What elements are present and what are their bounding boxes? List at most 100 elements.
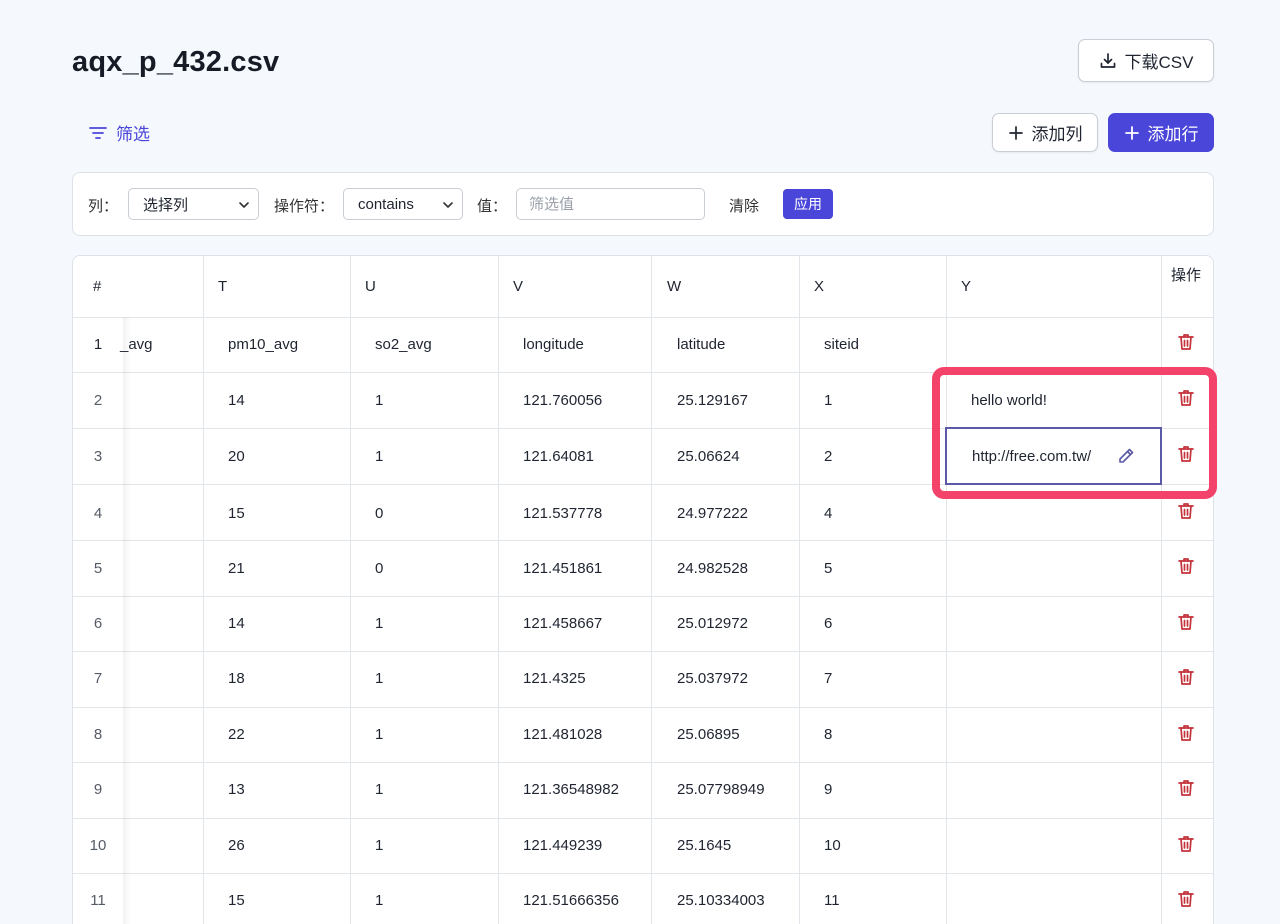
operator-label: 操作符： [274, 198, 335, 215]
trash-icon[interactable] [1176, 889, 1196, 909]
table-cell[interactable]: 20 [228, 448, 245, 465]
trash-icon[interactable] [1176, 667, 1196, 687]
table-cell[interactable]: 121.4325 [523, 670, 586, 687]
table-cell[interactable]: 21 [228, 560, 245, 577]
trash-icon[interactable] [1176, 556, 1196, 576]
table-cell[interactable]: 18 [228, 670, 245, 687]
table-cell[interactable]: 121.64081 [523, 448, 594, 465]
trash-icon[interactable] [1176, 778, 1196, 798]
table-cell[interactable]: 15 [228, 892, 245, 909]
table-cell[interactable]: 4 [824, 505, 832, 522]
plus-icon [1124, 125, 1139, 140]
page-title: aqx_p_432.csv [72, 46, 280, 78]
table-cell[interactable]: 13 [228, 781, 245, 798]
row-number: 11 [90, 892, 106, 909]
table-cell[interactable]: 10 [824, 837, 841, 854]
row-number: 10 [89, 837, 107, 854]
add-row-button[interactable]: 添加行 [1108, 113, 1214, 152]
table-cell[interactable]: 11 [824, 892, 840, 909]
table-cell[interactable]: 25.012972 [677, 615, 748, 632]
data-table: # T U V W X Y 操作 1 _avg pm10_avg so2_avg… [72, 255, 1214, 924]
table-cell[interactable]: longitude [523, 336, 584, 353]
operator-select[interactable]: contains [343, 188, 463, 220]
filter-lines-icon [89, 126, 107, 139]
table-cell[interactable]: 1 [375, 392, 383, 409]
row-number: 5 [93, 560, 103, 577]
clear-filter-button[interactable]: 清除 [729, 195, 759, 216]
column-header-y[interactable]: Y [961, 278, 971, 295]
table-cell[interactable]: 25.06895 [677, 726, 740, 743]
download-csv-button[interactable]: 下载CSV [1078, 39, 1214, 82]
actions-header: 操作 [1171, 267, 1202, 284]
table-cell[interactable]: 121.449239 [523, 837, 602, 854]
table-cell[interactable]: 25.10334003 [677, 892, 765, 909]
table-cell[interactable]: so2_avg [375, 336, 432, 353]
column-select[interactable]: 选择列 [128, 188, 259, 220]
table-cell[interactable]: 14 [228, 615, 245, 632]
table-cell[interactable]: 1 [375, 726, 383, 743]
table-cell[interactable]: 121.51666356 [523, 892, 619, 909]
download-csv-label: 下载CSV [1124, 53, 1194, 72]
table-cell[interactable]: 25.129167 [677, 392, 748, 409]
trash-icon[interactable] [1176, 723, 1196, 743]
filter-value-input[interactable] [516, 188, 705, 220]
row-number: 9 [93, 781, 103, 798]
table-cell[interactable]: 8 [824, 726, 832, 743]
trash-icon[interactable] [1176, 834, 1196, 854]
trash-icon[interactable] [1176, 501, 1196, 521]
table-cell[interactable]: _avg [120, 336, 153, 353]
table-cell[interactable]: 1 [824, 392, 832, 409]
table-cell[interactable]: pm10_avg [228, 336, 298, 353]
row-number: 4 [93, 505, 103, 522]
table-cell[interactable]: 25.037972 [677, 670, 748, 687]
table-cell[interactable]: 1 [375, 448, 383, 465]
table-cell[interactable]: 25.06624 [677, 448, 740, 465]
table-cell[interactable]: 6 [824, 615, 832, 632]
table-cell[interactable]: 1 [375, 781, 383, 798]
table-cell[interactable]: 121.760056 [523, 392, 602, 409]
table-cell[interactable]: 2 [824, 448, 832, 465]
table-cell[interactable]: 25.07798949 [677, 781, 765, 798]
row-number: 3 [93, 448, 103, 465]
table-cell[interactable]: 26 [228, 837, 245, 854]
table-cell[interactable]: 121.458667 [523, 615, 602, 632]
download-icon [1100, 52, 1115, 68]
apply-filter-button[interactable]: 应用 [783, 189, 833, 219]
table-cell[interactable]: 1 [375, 837, 383, 854]
table-cell[interactable]: siteid [824, 336, 859, 353]
column-header-x[interactable]: X [814, 278, 824, 295]
operator-select-value: contains [358, 195, 414, 213]
table-cell[interactable]: 121.36548982 [523, 781, 619, 798]
table-cell[interactable]: 1 [375, 670, 383, 687]
table-cell[interactable]: 22 [228, 726, 245, 743]
trash-icon[interactable] [1176, 612, 1196, 632]
table-cell[interactable]: 1 [375, 892, 383, 909]
row-number: 8 [93, 726, 103, 743]
table-cell[interactable]: 24.977222 [677, 505, 748, 522]
table-cell[interactable]: latitude [677, 336, 725, 353]
chevron-down-icon [239, 202, 249, 208]
column-header-w[interactable]: W [667, 278, 681, 295]
trash-icon[interactable] [1176, 332, 1196, 352]
table-cell[interactable]: 24.982528 [677, 560, 748, 577]
table-cell[interactable]: 1 [375, 615, 383, 632]
filter-toggle-button[interactable]: 筛选 [88, 120, 150, 145]
table-cell[interactable]: 25.1645 [677, 837, 731, 854]
table-cell[interactable]: 0 [375, 505, 383, 522]
table-cell[interactable]: 14 [228, 392, 245, 409]
chevron-down-icon [443, 202, 453, 208]
column-header-v[interactable]: V [513, 278, 523, 295]
table-cell[interactable]: 15 [228, 505, 245, 522]
column-header-u[interactable]: U [365, 278, 376, 295]
table-cell[interactable]: 121.451861 [523, 560, 602, 577]
table-cell[interactable]: 5 [824, 560, 832, 577]
table-cell[interactable]: 9 [824, 781, 832, 798]
annotation-highlight [932, 367, 1217, 499]
table-cell[interactable]: 0 [375, 560, 383, 577]
table-cell[interactable]: 121.537778 [523, 505, 602, 522]
table-cell[interactable]: 121.481028 [523, 726, 602, 743]
add-column-button[interactable]: 添加列 [992, 113, 1098, 152]
table-cell[interactable]: 7 [824, 670, 832, 687]
column-header-t[interactable]: T [218, 278, 227, 295]
row-number: 7 [93, 670, 103, 687]
